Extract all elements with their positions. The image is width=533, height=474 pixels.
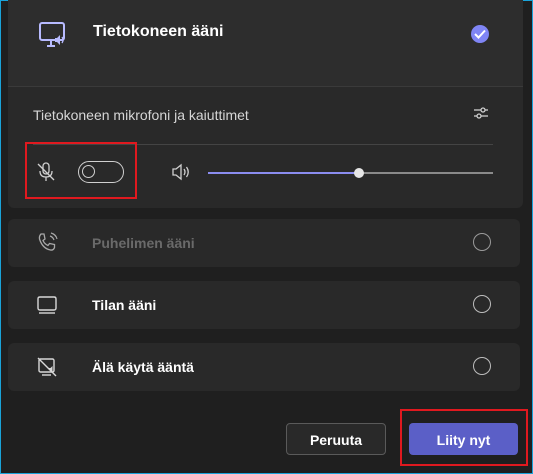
option-computer-audio[interactable]: Tietokoneen ääni xyxy=(8,0,523,87)
volume-slider[interactable] xyxy=(208,168,493,178)
phone-icon xyxy=(36,232,58,259)
no-audio-icon xyxy=(36,356,58,383)
room-device-icon xyxy=(36,294,58,321)
monitor-speaker-icon xyxy=(38,20,68,55)
volume-slider-thumb[interactable] xyxy=(354,168,365,178)
no-audio-label: Älä käytä ääntä xyxy=(92,359,194,375)
room-audio-radio[interactable] xyxy=(473,295,491,313)
no-audio-radio[interactable] xyxy=(473,357,491,375)
join-now-button[interactable]: Liity nyt xyxy=(409,423,518,455)
option-room-audio[interactable]: Tilan ääni xyxy=(8,281,520,329)
room-audio-label: Tilan ääni xyxy=(92,297,157,313)
selected-check-icon xyxy=(471,25,489,43)
volume-slider-fill xyxy=(208,172,360,174)
speaker-icon xyxy=(171,163,191,186)
phone-audio-label: Puhelimen ääni xyxy=(92,235,195,251)
option-phone-audio: Puhelimen ääni xyxy=(8,219,520,267)
highlight-mic-toggle xyxy=(25,142,137,199)
device-settings-icon[interactable] xyxy=(473,105,489,126)
computer-audio-label: Tietokoneen ääni xyxy=(93,23,224,40)
devices-label: Tietokoneen mikrofoni ja kaiuttimet xyxy=(33,107,249,123)
cancel-button[interactable]: Peruuta xyxy=(286,423,386,455)
phone-audio-radio xyxy=(473,233,491,251)
option-no-audio[interactable]: Älä käytä ääntä xyxy=(8,343,520,391)
